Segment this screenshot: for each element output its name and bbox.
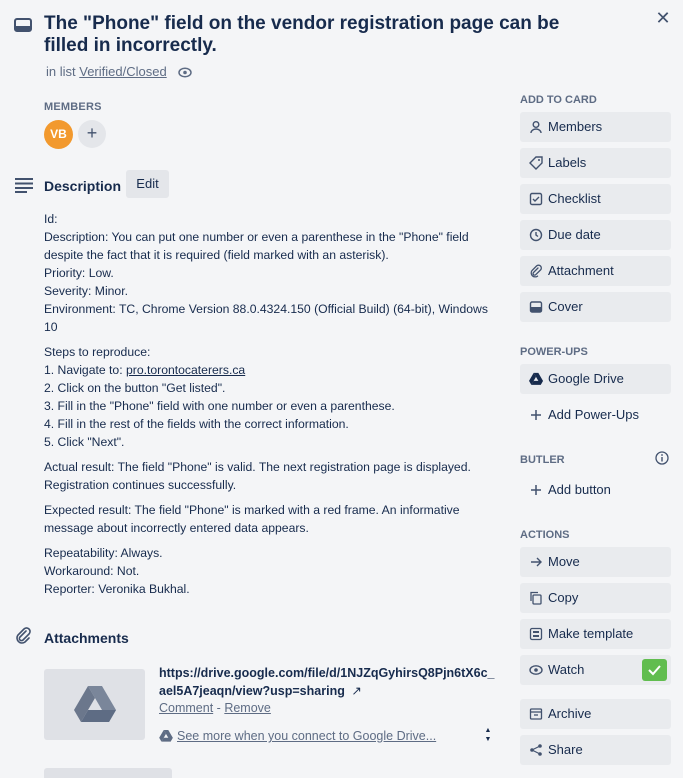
attachment-link[interactable]: https://drive.google.com/file/d/1NJZqGyh…	[159, 664, 499, 700]
due-date-button-label: Due date	[548, 227, 601, 242]
close-icon[interactable]: ✕	[653, 8, 673, 28]
action-separator: -	[216, 701, 221, 715]
move-button[interactable]: Move	[520, 547, 671, 577]
attachment-button[interactable]: Attachment	[520, 256, 671, 286]
steps-heading: Steps to reproduce:	[44, 345, 151, 359]
archive-button-label: Archive	[548, 706, 592, 721]
google-drive-button[interactable]: Google Drive	[520, 364, 671, 394]
repeatability: Repeatability: Always.	[44, 546, 163, 560]
eye-icon[interactable]	[178, 67, 193, 78]
watch-check-icon[interactable]	[642, 659, 667, 681]
template-icon	[529, 627, 543, 641]
remove-link[interactable]: Remove	[224, 701, 271, 715]
copy-button-label: Copy	[548, 590, 579, 605]
attachment-thumbnail-next[interactable]	[44, 768, 172, 778]
google-drive-icon	[74, 686, 116, 722]
description-icon	[15, 178, 33, 193]
archive-icon	[529, 708, 543, 720]
comment-link[interactable]: Comment	[159, 701, 213, 715]
share-button-label: Share	[548, 742, 583, 757]
google-drive-icon	[529, 372, 543, 385]
add-button-label: Add button	[548, 482, 611, 497]
gdrive-connect-line[interactable]: See more when you connect to Google Driv…	[159, 729, 436, 743]
cover-button-label: Cover	[548, 299, 583, 314]
attachment-thumbnail[interactable]	[44, 669, 145, 740]
card-title[interactable]: The "Phone" field on the vendor registra…	[44, 13, 604, 57]
members-button[interactable]: Members	[520, 112, 671, 142]
add-member-button[interactable]: +	[78, 120, 106, 148]
plus-icon	[531, 485, 541, 495]
paperclip-icon	[16, 627, 31, 644]
due-date-button[interactable]: Due date	[520, 220, 671, 250]
copy-button[interactable]: Copy	[520, 583, 671, 613]
step-1-link[interactable]: pro.torontocaterers.ca	[126, 363, 245, 377]
labels-button[interactable]: Labels	[520, 148, 671, 178]
attachments-title: Attachments	[44, 630, 129, 646]
move-button-label: Move	[548, 554, 580, 569]
copy-icon	[530, 591, 542, 605]
description-title: Description	[44, 178, 122, 194]
step-4: 4. Fill in the rest of the fields with t…	[44, 417, 349, 431]
add-to-card-label: ADD TO CARD	[520, 94, 597, 106]
add-powerups-label: Add Power-Ups	[548, 407, 640, 422]
powerups-label: POWER-UPS	[520, 346, 588, 358]
desc-priority: Priority: Low.	[44, 266, 114, 280]
eye-icon	[529, 665, 543, 675]
workaround: Workaround: Not.	[44, 564, 140, 578]
card-icon	[14, 18, 32, 32]
reporter: Reporter: Veronika Bukhal.	[44, 582, 190, 596]
person-icon	[530, 121, 542, 134]
make-template-button-label: Make template	[548, 626, 634, 641]
external-link-icon[interactable]: ↗	[351, 684, 361, 698]
attachment-url[interactable]: https://drive.google.com/file/d/1NJZqGyh…	[159, 666, 495, 698]
checklist-icon	[529, 192, 543, 206]
avatar[interactable]: VB	[44, 120, 73, 149]
butler-label: BUTLER	[520, 454, 565, 466]
add-button-button[interactable]: Add button	[520, 475, 671, 505]
step-3: 3. Fill in the "Phone" field with one nu…	[44, 399, 395, 413]
checklist-button[interactable]: Checklist	[520, 184, 671, 214]
make-template-button[interactable]: Make template	[520, 619, 671, 649]
edit-description-button[interactable]: Edit	[126, 170, 169, 198]
watch-button-label: Watch	[548, 662, 585, 677]
desc-description: Description: You can put one number or e…	[44, 230, 469, 262]
description-body[interactable]: Id: Description: You can put one number …	[44, 210, 499, 605]
desc-id: Id:	[44, 212, 58, 226]
plus-icon	[531, 410, 541, 420]
checklist-button-label: Checklist	[548, 191, 601, 206]
paperclip-small-icon	[530, 264, 542, 278]
share-button[interactable]: Share	[520, 735, 671, 765]
add-powerups-button[interactable]: Add Power-Ups	[520, 400, 671, 430]
labels-button-label: Labels	[548, 155, 587, 170]
actions-label: ACTIONS	[520, 529, 570, 541]
members-button-label: Members	[548, 119, 603, 134]
tag-icon	[529, 156, 543, 170]
members-label: MEMBERS	[44, 101, 102, 113]
step-1-prefix: 1. Navigate to:	[44, 363, 126, 377]
card-list-info: in list Verified/Closed	[46, 64, 193, 79]
attachment-button-label: Attachment	[548, 263, 614, 278]
step-2: 2. Click on the button "Get listed".	[44, 381, 226, 395]
cover-button[interactable]: Cover	[520, 292, 671, 322]
desc-environment: Environment: TC, Chrome Version 88.0.432…	[44, 302, 488, 334]
share-icon	[530, 744, 542, 756]
in-list-prefix: in list	[46, 64, 76, 79]
list-link[interactable]: Verified/Closed	[79, 64, 166, 79]
info-icon[interactable]	[655, 451, 669, 465]
google-drive-small-icon	[159, 730, 173, 742]
clock-icon	[529, 228, 543, 242]
actual-result: Actual result: The field "Phone" is vali…	[44, 460, 471, 492]
desc-severity: Severity: Minor.	[44, 284, 128, 298]
expected-result: Expected result: The field "Phone" is ma…	[44, 503, 460, 535]
step-5: 5. Click "Next".	[44, 435, 125, 449]
google-drive-button-label: Google Drive	[548, 371, 624, 386]
cover-icon	[529, 301, 543, 313]
archive-button[interactable]: Archive	[520, 699, 671, 729]
gdrive-connect-text[interactable]: See more when you connect to Google Driv…	[177, 729, 436, 743]
arrow-right-icon	[531, 557, 542, 567]
scroll-arrows[interactable]: ▲ ▼	[483, 726, 493, 744]
attachment-actions: Comment - Remove	[159, 701, 271, 715]
